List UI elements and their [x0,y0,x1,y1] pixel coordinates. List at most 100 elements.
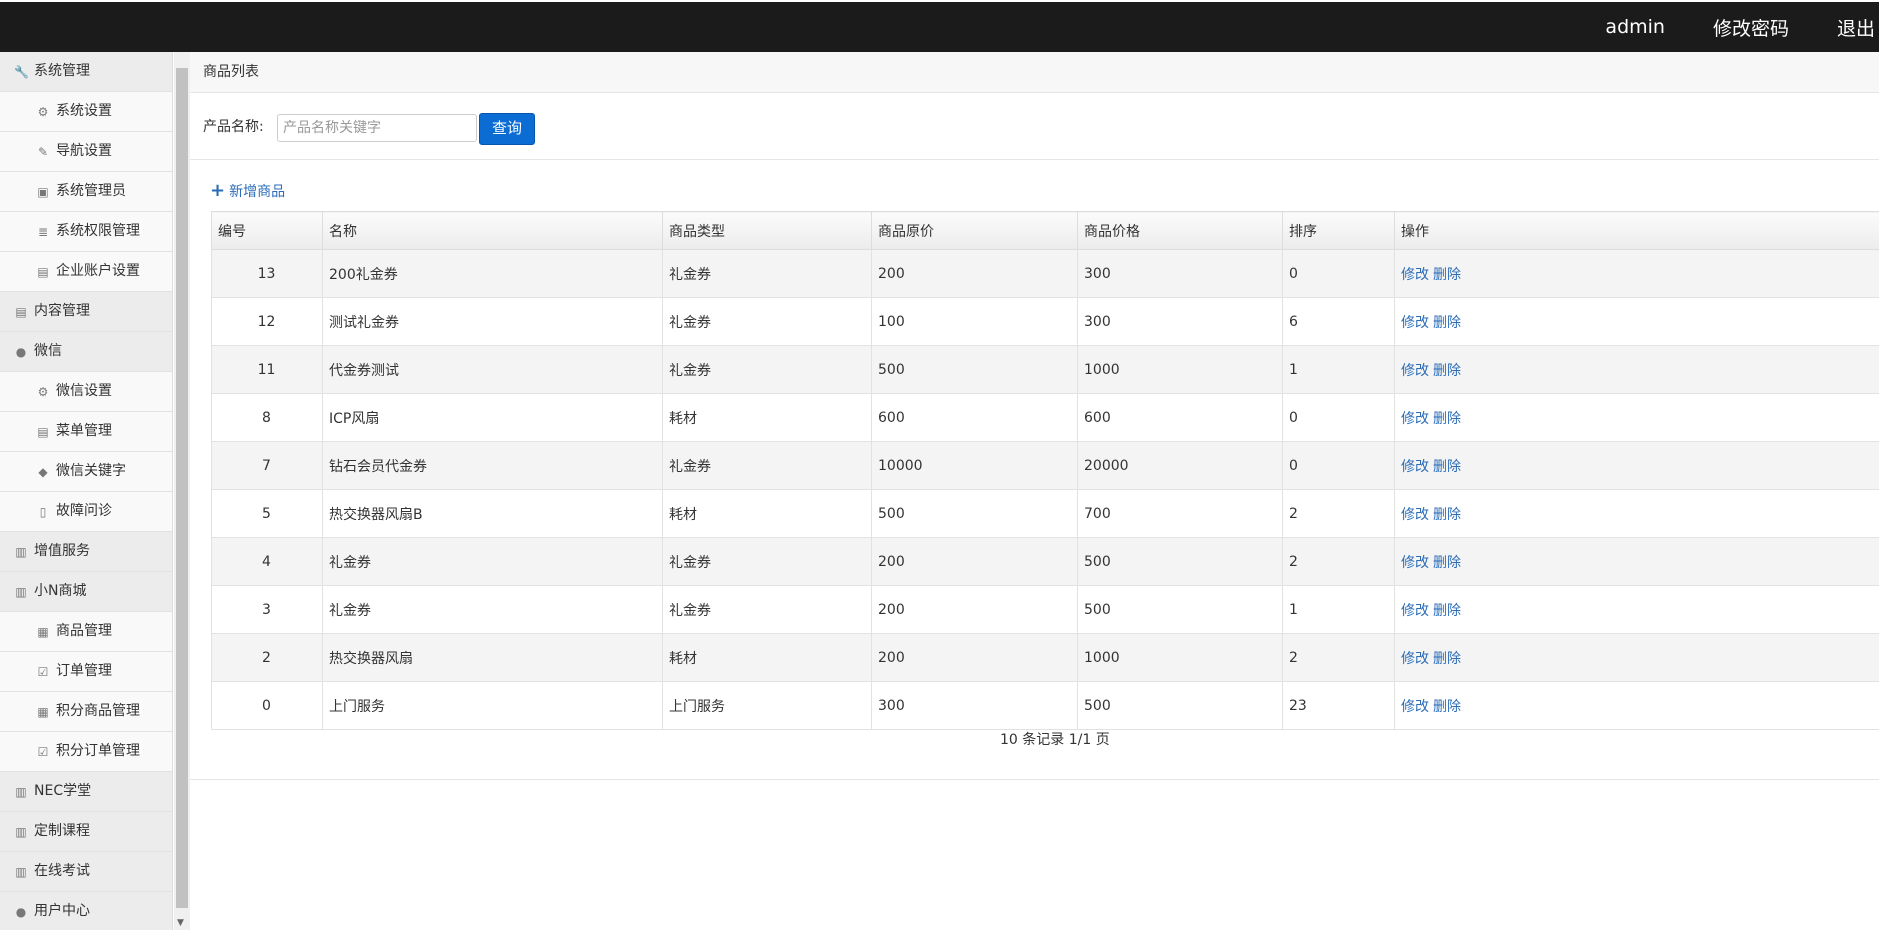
table-cell: 上门服务 [322,681,663,730]
sidebar-item-label: 在线考试 [34,863,90,879]
actions-cell: 修改 删除 [1394,441,1879,490]
edit-link[interactable]: 修改 [1401,315,1429,331]
sidebar-item-label: 企业账户设置 [56,263,140,279]
sidebar-item[interactable]: ▤ 企业账户设置 [0,252,172,292]
sidebar-item[interactable]: ≣ 系统权限管理 [0,212,172,252]
books-icon: ▥ [15,584,27,599]
edit-link[interactable]: 修改 [1401,507,1429,523]
table-cell: 500 [871,345,1078,394]
edit-link[interactable]: 修改 [1401,363,1429,379]
edit-link[interactable]: 修改 [1401,699,1429,715]
books-icon: ▥ [15,784,27,799]
sidebar-item-label: 系统管理员 [56,183,126,199]
sidebar-item[interactable]: ▣ 系统管理员 [0,172,172,212]
delete-link[interactable]: 删除 [1433,315,1461,331]
sidebar-item[interactable]: ⚙ 系统设置 [0,92,172,132]
table-cell: 0 [1282,393,1395,442]
column-header: 操作 [1394,211,1879,250]
document-icon: ▤ [15,304,27,319]
sidebar-item[interactable]: ● 微信 [0,332,172,372]
table-cell: 热交换器风扇 [322,633,663,682]
sidebar-item[interactable]: ⚙ 微信设置 [0,372,172,412]
sidebar-item[interactable]: ● 用户中心 [0,892,172,930]
sidebar-item[interactable]: ▤ 菜单管理 [0,412,172,452]
table-header-row: 编号 名称 商品类型 商品原价 商品价格 排序 操作 [211,211,1879,250]
sidebar-item-label: 商品管理 [56,623,112,639]
delete-link[interactable]: 删除 [1433,411,1461,427]
plus-icon: + [210,180,226,201]
column-header: 编号 [211,211,323,250]
sidebar-item[interactable]: ▥ 小N商城 [0,572,172,612]
delete-link[interactable]: 删除 [1433,651,1461,667]
sidebar-item[interactable]: ▥ 在线考试 [0,852,172,892]
pager-text: 10 条记录 1/1 页 [1000,732,1110,748]
scrollbar-thumb[interactable] [176,68,188,908]
sidebar-item[interactable]: ☑ 积分订单管理 [0,732,172,772]
sidebar-item[interactable]: ▥ 增值服务 [0,532,172,572]
delete-link[interactable]: 删除 [1433,363,1461,379]
edit-link[interactable]: 修改 [1401,267,1429,283]
delete-link[interactable]: 删除 [1433,699,1461,715]
table-cell: 热交换器风扇B [322,489,663,538]
add-product-link[interactable]: + 新增商品 [210,180,285,201]
change-password-link[interactable]: 修改密码 [1713,14,1789,41]
sidebar-item-label: 增值服务 [34,543,90,559]
logout-link[interactable]: 退出 [1837,14,1875,41]
search-button[interactable]: 查询 [479,113,535,145]
column-header: 排序 [1282,211,1395,250]
sidebar-item[interactable]: ✎ 导航设置 [0,132,172,172]
sidebar-item[interactable]: ▤ 内容管理 [0,292,172,332]
sidebar-item[interactable]: ▦ 积分商品管理 [0,692,172,732]
delete-link[interactable]: 删除 [1433,507,1461,523]
edit-link[interactable]: 修改 [1401,603,1429,619]
sidebar-item[interactable]: ▥ 定制课程 [0,812,172,852]
product-name-input[interactable] [277,114,477,142]
user-card-icon: ▣ [37,184,49,199]
table-cell: 600 [1077,393,1283,442]
sidebar-item[interactable]: ▯ 故障问诊 [0,492,172,532]
books-icon: ▥ [15,824,27,839]
edit-link[interactable]: 修改 [1401,459,1429,475]
books-icon: ▥ [15,544,27,559]
table-cell: 8 [211,393,323,442]
delete-link[interactable]: 删除 [1433,603,1461,619]
delete-link[interactable]: 删除 [1433,459,1461,475]
table-cell: 礼金券 [662,585,872,634]
edit-link[interactable]: 修改 [1401,555,1429,571]
table-cell: 0 [1282,249,1395,298]
sidebar-item[interactable]: ▥ NEC学堂 [0,772,172,812]
table-cell: 13 [211,249,323,298]
actions-cell: 修改 删除 [1394,345,1879,394]
actions-cell: 修改 删除 [1394,681,1879,730]
table-cell: 上门服务 [662,681,872,730]
search-label: 产品名称: [203,119,264,135]
user-link[interactable]: admin [1605,16,1665,38]
breadcrumb: 商品列表 [190,52,1879,93]
sidebar-item-label: 故障问诊 [56,503,112,519]
table-cell: ICP风扇 [322,393,663,442]
sidebar-item[interactable]: ▦ 商品管理 [0,612,172,652]
sidebar-item-label: 积分商品管理 [56,703,140,719]
table-cell: 礼金券 [662,297,872,346]
edit-link[interactable]: 修改 [1401,651,1429,667]
table-cell: 2 [1282,537,1395,586]
scroll-down-arrow-icon[interactable]: ▼ [177,918,184,928]
table-cell: 耗材 [662,489,872,538]
delete-link[interactable]: 删除 [1433,267,1461,283]
add-product-label: 新增商品 [229,183,286,200]
column-header: 商品类型 [662,211,872,250]
search-bar: 产品名称: 查询 [190,93,1879,160]
table-cell: 1000 [1077,633,1283,682]
sidebar-scrollbar[interactable]: ▼ [174,52,190,930]
sidebar-item[interactable]: 🔧 系统管理 [0,52,172,92]
table-cell: 200 [871,249,1078,298]
chat-icon: ● [15,344,27,359]
table-cell: 100 [871,297,1078,346]
delete-link[interactable]: 删除 [1433,555,1461,571]
edit-link[interactable]: 修改 [1401,411,1429,427]
table-row: 13 200礼金券 礼金券 200 300 0 修改 删除 [211,249,1879,298]
list-icon: ≣ [37,224,49,239]
sidebar-item[interactable]: ☑ 订单管理 [0,652,172,692]
table-cell: 礼金券 [662,249,872,298]
sidebar-item[interactable]: ◆ 微信关键字 [0,452,172,492]
